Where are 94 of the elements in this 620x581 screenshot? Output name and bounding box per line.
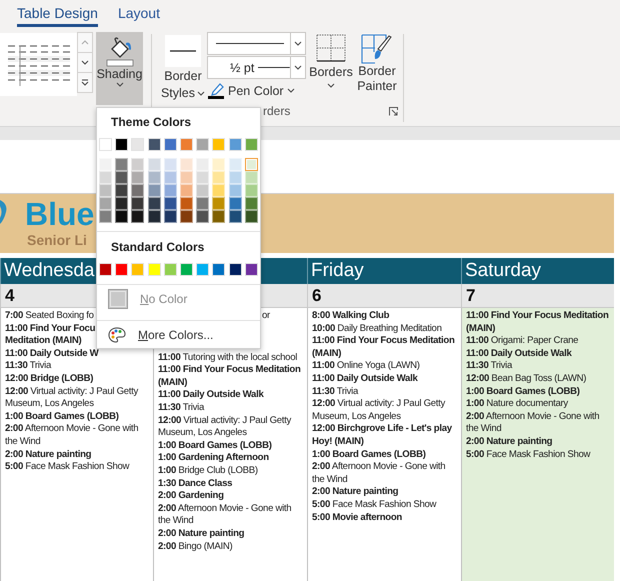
event-entry: 11:00 Origami: Paper Crane	[466, 335, 578, 348]
event-entry: Meditation (MAIN)	[5, 335, 82, 348]
event-entry: 11:00 Daily Outside Walk	[312, 372, 418, 386]
chevron-down-icon	[327, 83, 335, 88]
event-entry: 2:00 Afternoon Movie - Gone with the Wind	[5, 423, 140, 449]
event-entry: 11:30 Trivia	[312, 386, 358, 398]
date-number: 7	[466, 286, 476, 306]
table-style-icon	[8, 44, 70, 86]
event-entry: 1:00 Nature documentary	[466, 398, 568, 411]
chevron-up-icon	[81, 40, 89, 45]
event-entry: 8:00 Walking Club	[312, 310, 390, 323]
gallery-more-button[interactable]	[77, 72, 93, 93]
event-entry: 5:00 Face Mask Fashion Show	[466, 448, 590, 462]
border-painter-button[interactable]: Border Painter	[354, 32, 400, 101]
event-entry: 12:00 Bean Bag Toss (LAWN)	[466, 372, 586, 386]
more-colors-item[interactable]: More Colors...	[99, 321, 258, 348]
shading-button[interactable]: Shading	[96, 32, 143, 105]
border-style-icon	[165, 35, 201, 67]
border-brush-icon	[361, 34, 393, 64]
event-entry: 11:00 Find Your Focus Meditation (MAIN)	[312, 335, 456, 360]
event-entry: 1:00 Bridge Club (LOBB)	[158, 464, 258, 478]
event-entry: 11:00 Find Your Focu	[5, 322, 96, 336]
event-entry: or	[262, 310, 270, 323]
borders-button[interactable]: Borders	[309, 32, 353, 101]
borders-grid-icon	[316, 34, 346, 62]
date-number: 4	[5, 286, 14, 306]
event-entry: 1:00 Gardening Afternoon	[158, 452, 269, 465]
ribbon-tab[interactable]: Table Design	[17, 0, 98, 27]
event-entry: 12:00 Virtual activity: J Paul Getty Museum, Los Angeles	[158, 414, 292, 440]
ribbon-tab[interactable]: Layout	[118, 0, 160, 27]
event-entry: 2:00 Nature painting	[312, 486, 398, 499]
line-weight-dropdown[interactable]: ½ pt	[207, 56, 306, 79]
event-entry: 11:00 Daily Outside Walk	[466, 348, 572, 360]
chevron-down-icon	[81, 60, 89, 65]
event-entry: 5:00 Face Mask Fashion Show	[5, 461, 130, 474]
event-entry: 11:30 Trivia	[466, 360, 512, 373]
table-style-gallery[interactable]	[0, 33, 77, 96]
banner-title: Blue	[25, 196, 94, 232]
date-number: 6	[312, 286, 322, 306]
event-entry: 2:00 Nature painting	[466, 436, 552, 449]
day-name: Saturday	[465, 260, 542, 282]
logo-icon	[0, 198, 8, 226]
event-entry: 1:00 Board Games (LOBB)	[312, 448, 426, 462]
pen-icon	[208, 82, 225, 99]
event-entry: 2:00 Nature painting	[158, 528, 244, 540]
event-entry: 11:00 Online Yoga (LAWN)	[312, 360, 420, 373]
event-entry: 12:00 Virtual activity: J Paul Getty Museum, Los Angeles	[312, 398, 446, 424]
event-entry: 11:00 Find Your Focus Meditation (MAIN)	[466, 310, 610, 336]
chevron-down-icon	[116, 82, 124, 87]
event-entry: 1:00 Board Games (LOBB)	[466, 386, 580, 398]
chevron-down-icon	[197, 91, 206, 96]
event-entry: 11:00 Daily Outside W	[5, 348, 98, 360]
event-entry: 2:00 Bingo (MAIN)	[158, 540, 232, 554]
event-entry: 1:30 Dance Class	[158, 478, 232, 490]
day-name: Friday	[311, 260, 364, 282]
expand-icon	[81, 79, 89, 86]
event-entry: 10:00 Daily Breathing Meditation	[312, 322, 442, 336]
line-style-dropdown[interactable]	[207, 32, 306, 55]
section-title: Theme Colors	[110, 114, 192, 130]
event-entry: 2:00 Afternoon Movie - Gone with the Wind	[312, 461, 446, 486]
paint-bucket-icon	[104, 35, 136, 67]
event-entry: 2:00 Nature painting	[5, 448, 92, 462]
line-sample-icon	[216, 42, 284, 45]
event-entry: 11:30 Trivia	[5, 360, 52, 373]
event-entry: 12:00 Bridge (LOBB)	[5, 372, 94, 386]
empty-swatch-icon	[108, 288, 128, 308]
event-entry: 2:00 Afternoon Movie - Gone with the Wind	[466, 410, 600, 436]
event-entry: 1:00 Board Games (LOBB)	[5, 410, 119, 424]
chevron-down-icon	[294, 41, 302, 46]
event-entry: 5:00 Face Mask Fashion Show	[312, 498, 436, 512]
event-entry: 5:00 Movie afternoon	[312, 512, 402, 524]
pen-color-button[interactable]: Pen Color	[207, 80, 306, 99]
border-styles-button[interactable]: Border Styles	[160, 32, 206, 101]
event-entry: 2:00 Gardening	[158, 490, 224, 503]
event-entry: 7:00 Seated Boxing fo	[5, 310, 94, 323]
event-entry: 11:00 Tutoring with the local school	[158, 352, 298, 364]
banner-subtitle: Senior Li	[27, 232, 88, 248]
event-entry: 2:00 Afternoon Movie - Gone with the Wind	[158, 502, 292, 528]
event-entry: 12:00 Birchgrove Life - Let's play Hoy! (MAIN)	[312, 423, 453, 449]
event-entry: 1:00 Board Games (LOBB)	[158, 440, 272, 452]
section-title: Standard Colors	[110, 239, 206, 255]
gallery-down-button[interactable]	[77, 52, 93, 73]
event-entry: 11:00 Find Your Focus Meditation (MAIN)	[158, 364, 302, 390]
line-sample-icon	[258, 66, 290, 69]
palette-icon	[108, 326, 126, 342]
color-swatch[interactable]	[244, 158, 258, 171]
event-entry: 12:00 Virtual activity: J Paul Getty Museum, Los Angeles	[5, 386, 140, 411]
event-entry: 11:00 Daily Outside Walk	[158, 389, 264, 402]
event-entry: 11:30 Trivia	[158, 402, 204, 415]
chevron-down-icon	[294, 65, 302, 70]
group-label: rders	[263, 104, 290, 118]
dialog-launcher-icon[interactable]	[389, 106, 398, 116]
chevron-down-icon	[286, 88, 295, 93]
day-name: Wednesda	[4, 260, 94, 282]
